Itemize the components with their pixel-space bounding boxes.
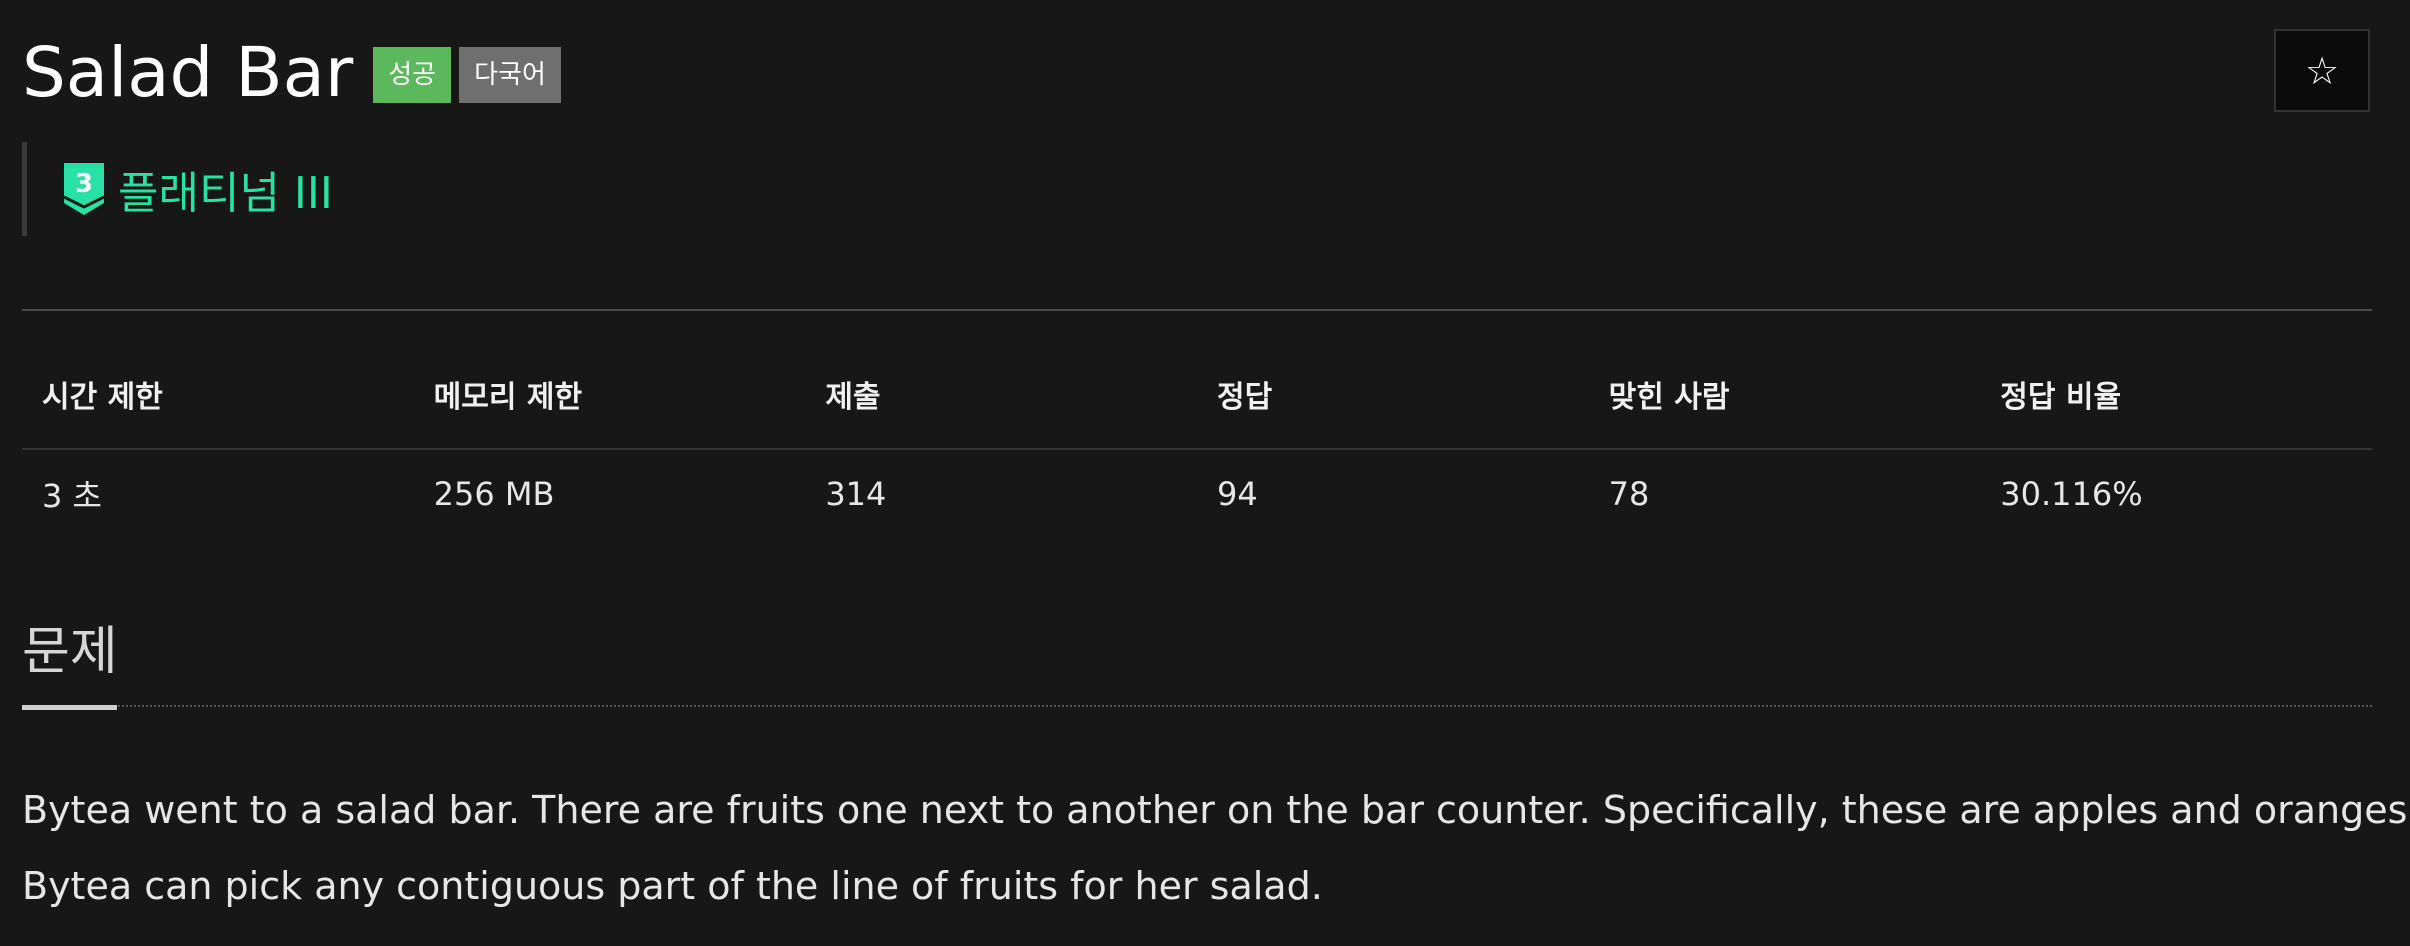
tier-icon: 3 [64, 163, 104, 215]
header-accept-ratio: 정답 비율 [1980, 340, 2372, 450]
problem-line: Bytea went to a salad bar. There are fru… [22, 788, 2410, 832]
title-row: Salad Bar 성공 다국어 [22, 28, 561, 118]
accept-ratio-value: 30.116% [2000, 475, 2143, 513]
star-button[interactable]: ☆ [2274, 29, 2370, 112]
problem-description: Bytea went to a salad bar. There are fru… [22, 772, 2410, 924]
header-accepted: 정답 [1196, 340, 1589, 450]
accepted-value[interactable]: 94 [1197, 449, 1589, 538]
memory-limit-value: 256 MB [433, 475, 555, 513]
header-time-limit: 시간 제한 [22, 340, 414, 450]
header-solved-users: 맞힌 사람 [1588, 340, 1981, 450]
table-row: 3 초 256 MB 314 94 78 30.116% [22, 449, 2372, 538]
section-title: 문제 [22, 622, 118, 682]
problem-section-header: 문제 [22, 612, 2372, 710]
status-badge-success: 성공 [373, 47, 452, 103]
star-icon: ☆ [2304, 48, 2340, 93]
page-title: Salad Bar [22, 33, 354, 113]
time-limit-value: 3 초 [42, 477, 102, 515]
divider [22, 309, 2372, 311]
tier-level-number: 3 [75, 169, 93, 199]
solved-users-value[interactable]: 78 [1589, 449, 1981, 538]
section-dotted-line [22, 705, 2372, 707]
section-underline [22, 705, 117, 710]
tier-block: 3 플래티넘 III [22, 142, 333, 236]
problem-line: Bytea can pick any contiguous part of th… [22, 864, 1323, 908]
table-header-row: 시간 제한 메모리 제한 제출 정답 맞힌 사람 정답 비율 [22, 340, 2372, 450]
header-submissions: 제출 [805, 340, 1197, 450]
problem-page: Salad Bar 성공 다국어 ☆ 3 플래티넘 III 시간 제한 메모리 … [0, 0, 2410, 946]
submissions-value[interactable]: 314 [805, 449, 1197, 538]
problem-info-table: 시간 제한 메모리 제한 제출 정답 맞힌 사람 정답 비율 3 초 256 M… [22, 340, 2372, 538]
header-memory-limit: 메모리 제한 [413, 340, 806, 450]
tier-label[interactable]: 플래티넘 III [118, 157, 333, 221]
status-badge-multilang: 다국어 [459, 47, 561, 103]
